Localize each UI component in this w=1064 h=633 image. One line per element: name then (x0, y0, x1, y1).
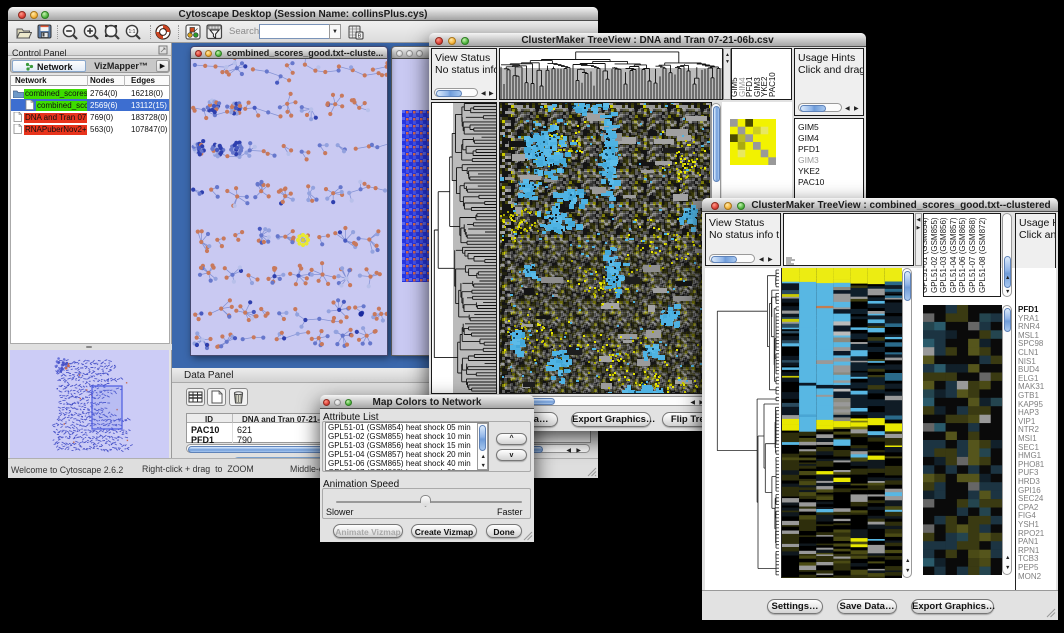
svg-text:1:1: 1:1 (129, 29, 136, 35)
svg-text:B: B (358, 34, 362, 40)
